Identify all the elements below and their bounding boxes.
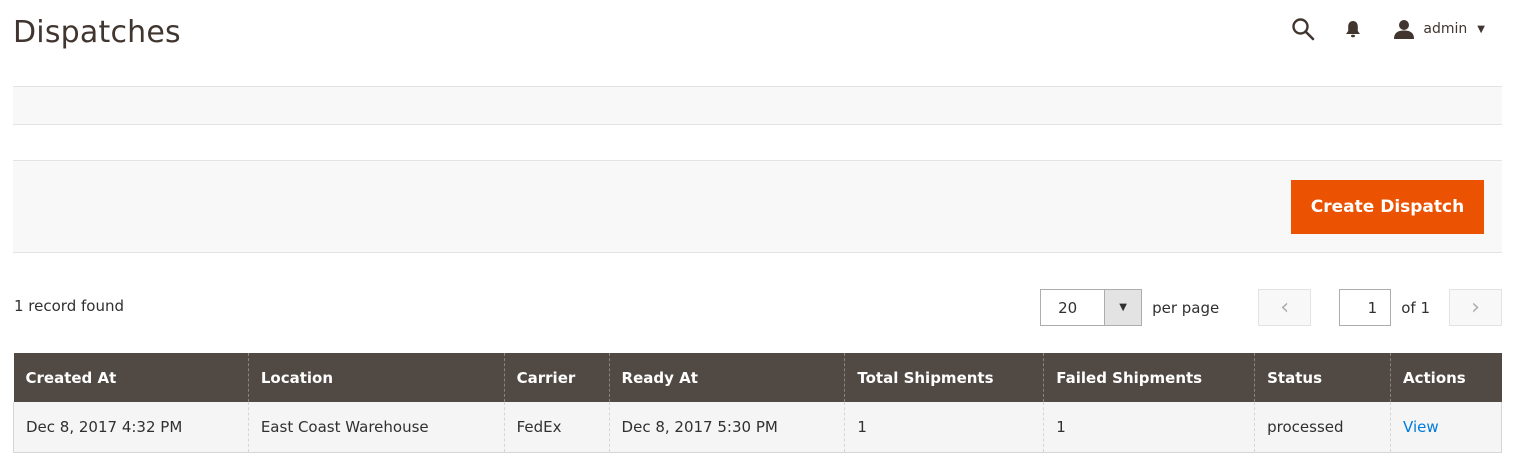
user-icon <box>1394 20 1415 39</box>
message-bar <box>13 86 1502 125</box>
grid-header-row: Created At Location Carrier Ready At Tot… <box>13 353 1502 402</box>
bell-icon <box>1346 21 1361 38</box>
page-actions-bar: Create Dispatch <box>13 160 1502 253</box>
cell-actions: View <box>1390 402 1502 453</box>
cell-status: processed <box>1254 402 1391 453</box>
column-header-location[interactable]: Location <box>247 353 505 402</box>
column-header-carrier[interactable]: Carrier <box>503 353 610 402</box>
chevron-left-icon: ‹ <box>1280 295 1290 320</box>
cell-ready-at: Dec 8, 2017 5:30 PM <box>608 402 845 453</box>
column-header-ready-at[interactable]: Ready At <box>608 353 845 402</box>
create-dispatch-button[interactable]: Create Dispatch <box>1291 180 1484 234</box>
notifications-button[interactable] <box>1341 14 1365 44</box>
dispatches-grid: Created At Location Carrier Ready At Tot… <box>13 353 1502 453</box>
column-header-actions: Actions <box>1390 353 1502 402</box>
chevron-right-icon: › <box>1471 295 1480 320</box>
per-page-label: per page <box>1152 298 1220 317</box>
page-count: of 1 <box>1401 298 1430 317</box>
cell-location: East Coast Warehouse <box>247 402 505 453</box>
pager: 20 ▼ per page ‹ 1 of 1 › <box>1040 289 1502 326</box>
column-header-status[interactable]: Status <box>1254 353 1391 402</box>
records-found: 1 record found <box>14 297 124 315</box>
page-number-input[interactable]: 1 <box>1339 289 1392 326</box>
header-actions: admin ▼ <box>1288 14 1485 44</box>
per-page-value: 20 <box>1058 298 1078 317</box>
user-name: admin <box>1423 21 1468 37</box>
column-header-failed-shipments[interactable]: Failed Shipments <box>1043 353 1255 402</box>
cell-total-shipments: 1 <box>844 402 1044 453</box>
column-header-total-shipments[interactable]: Total Shipments <box>844 353 1044 402</box>
user-menu[interactable]: admin ▼ <box>1393 14 1485 44</box>
column-header-created-at[interactable]: Created At <box>13 353 249 402</box>
chevron-down-icon[interactable]: ▼ <box>1104 290 1142 325</box>
cell-carrier: FedEx <box>503 402 610 453</box>
cell-failed-shipments: 1 <box>1043 402 1255 453</box>
page-title: Dispatches <box>13 15 181 50</box>
search-button[interactable] <box>1288 14 1318 44</box>
next-page-button[interactable]: › <box>1449 289 1502 326</box>
prev-page-button[interactable]: ‹ <box>1258 289 1312 326</box>
view-link[interactable]: View <box>1403 418 1439 436</box>
cell-created-at: Dec 8, 2017 4:32 PM <box>13 402 249 453</box>
chevron-down-icon: ▼ <box>1477 23 1485 35</box>
search-icon <box>1292 18 1315 41</box>
table-row: Dec 8, 2017 4:32 PM East Coast Warehouse… <box>13 402 1502 453</box>
per-page-select[interactable]: 20 ▼ <box>1040 289 1143 326</box>
